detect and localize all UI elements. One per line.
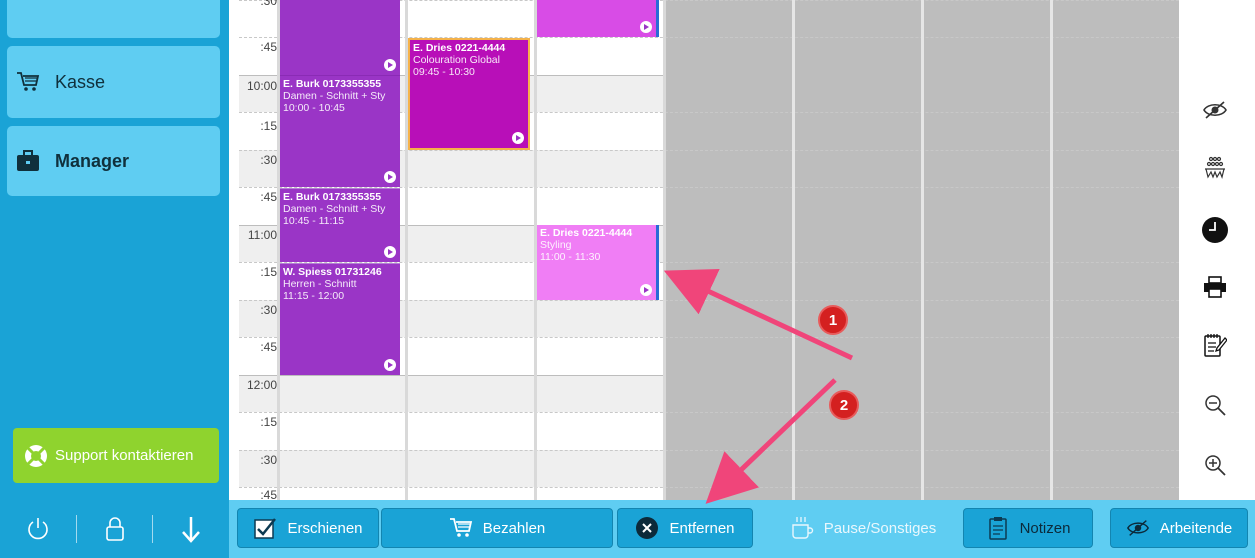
time-label: :45: [260, 40, 277, 54]
notizen-label: Notizen: [1019, 519, 1071, 537]
appointment-block[interactable]: [537, 0, 659, 37]
flag-icon: [384, 171, 396, 183]
appointment-time: 10:45 - 11:15: [283, 215, 345, 227]
appointment-service: Herren - Schnitt: [283, 278, 357, 290]
bezahlen-label: Bezahlen: [482, 519, 546, 537]
flag-icon: [384, 246, 396, 258]
appointment-name: W. Spiess 01731246: [283, 266, 382, 278]
calendar-grid: :30 :45 10:00 :15 :30 :45 11:00 :15 :30 …: [239, 0, 1179, 500]
eye-slash-icon[interactable]: [1200, 95, 1230, 125]
time-label: :45: [260, 488, 277, 500]
right-toolbar: [1180, 0, 1255, 500]
sidebar-item-label: Kasse: [55, 71, 106, 92]
column-divider: [663, 0, 666, 500]
lifebuoy-icon: [23, 443, 49, 469]
appointment-time: 11:00 - 11:30: [540, 251, 601, 263]
sidebar-item-kasse[interactable]: Kasse: [7, 46, 220, 118]
erschienen-label: Erschienen: [287, 519, 363, 537]
appointment-time: 10:00 - 10:45: [283, 102, 345, 114]
action-bar: Erschienen Bezahlen Entfernen Pause/Sons…: [229, 500, 1255, 558]
checkbox-icon: [253, 516, 277, 540]
appointment-service: Styling: [540, 239, 572, 251]
time-column: :30 :45 10:00 :15 :30 :45 11:00 :15 :30 …: [239, 0, 277, 500]
appointment-name: E. Burk 0173355355: [283, 191, 382, 203]
time-label: 12:00: [246, 378, 277, 392]
notepad-icon[interactable]: [1200, 330, 1230, 360]
grid-line: [239, 487, 1179, 488]
time-label: :30: [260, 303, 277, 317]
appointment-block[interactable]: E. Burk 0173355355 Damen - Schnitt + Sty…: [280, 75, 400, 187]
time-label: :45: [260, 190, 277, 204]
zoom-in-icon[interactable]: [1200, 450, 1230, 480]
arrow-down-icon[interactable]: [153, 500, 229, 558]
close-circle-icon: [635, 516, 659, 540]
entfernen-label: Entfernen: [669, 519, 735, 537]
appointment-service: Damen - Schnitt + Sty: [283, 203, 386, 215]
appointment-service: Colouration Global: [413, 54, 500, 66]
cart-icon: [449, 516, 473, 540]
bezahlen-button[interactable]: Bezahlen: [381, 508, 613, 548]
column-divider: [1050, 0, 1053, 500]
zoom-out-icon[interactable]: [1200, 390, 1230, 420]
grid-line: [239, 450, 1179, 451]
arbeitende-label: Arbeitende: [1159, 519, 1233, 537]
column-divider: [792, 0, 795, 500]
time-label: :45: [260, 340, 277, 354]
clipboard-icon: [986, 516, 1010, 540]
time-label: :30: [260, 453, 277, 467]
appointment-block[interactable]: W. Spiess 01731246 Herren - Schnitt 11:1…: [280, 263, 400, 375]
appointment-time: 09:45 - 10:30: [413, 66, 475, 78]
coffee-cup-icon: [790, 516, 814, 540]
entfernen-button[interactable]: Entfernen: [617, 508, 753, 548]
appointment-block[interactable]: E. Dries 0221-4444 Styling 11:00 - 11:30: [537, 225, 659, 300]
arbeitende-button[interactable]: Arbeitende: [1110, 508, 1248, 548]
clock-icon[interactable]: [1200, 215, 1230, 245]
support-label: Support kontaktieren: [55, 447, 194, 464]
flag-icon: [640, 284, 652, 296]
appointment-block[interactable]: E. Burk 0173355355 Damen - Schnitt + Sty…: [280, 188, 400, 262]
erschienen-button[interactable]: Erschienen: [237, 508, 379, 548]
sidebar-bottom-icons: [0, 500, 229, 558]
time-label: :15: [260, 265, 277, 279]
flag-icon: [384, 59, 396, 71]
group-icon[interactable]: [1200, 153, 1230, 183]
flag-icon: [512, 132, 524, 144]
annotation-badge-2: 2: [829, 390, 859, 420]
cart-icon: [15, 69, 41, 95]
time-label: :30: [260, 153, 277, 167]
support-button[interactable]: Support kontaktieren: [13, 428, 219, 483]
appointment-service: Damen - Schnitt + Sty: [283, 90, 386, 102]
lock-icon[interactable]: [77, 500, 153, 558]
appointment-time: 11:15 - 12:00: [283, 290, 345, 302]
notizen-button[interactable]: Notizen: [963, 508, 1093, 548]
time-label: 10:00: [246, 79, 277, 93]
eye-slash-icon: [1126, 516, 1150, 540]
sidebar-item-top[interactable]: [7, 0, 220, 38]
time-label: :30: [260, 0, 277, 8]
pause-button[interactable]: Pause/Sonstiges: [774, 508, 952, 548]
flag-icon: [640, 21, 652, 33]
pause-label: Pause/Sonstiges: [823, 519, 937, 537]
appointment-name: E. Dries 0221-4444: [540, 227, 633, 239]
appointment-block-selected[interactable]: E. Dries 0221-4444 Colouration Global 09…: [408, 38, 530, 150]
grid-line: [239, 412, 1179, 413]
power-icon[interactable]: [0, 500, 76, 558]
printer-icon[interactable]: [1200, 272, 1230, 302]
annotation-badge-1: 1: [818, 305, 848, 335]
time-label: :15: [260, 119, 277, 133]
briefcase-icon: [15, 148, 41, 174]
time-label: :15: [260, 415, 277, 429]
flag-icon: [384, 359, 396, 371]
appointment-block[interactable]: [280, 0, 400, 75]
appointment-name: E. Burk 0173355355: [283, 78, 382, 90]
column-divider: [921, 0, 924, 500]
time-label: 11:00: [247, 228, 277, 242]
sidebar-item-manager[interactable]: Manager: [7, 126, 220, 196]
sidebar: Kasse Manager Support kontaktieren: [0, 0, 229, 558]
sidebar-item-label: Manager: [55, 150, 130, 171]
grid-line: [239, 375, 1179, 376]
appointment-name: E. Dries 0221-4444: [413, 42, 506, 54]
